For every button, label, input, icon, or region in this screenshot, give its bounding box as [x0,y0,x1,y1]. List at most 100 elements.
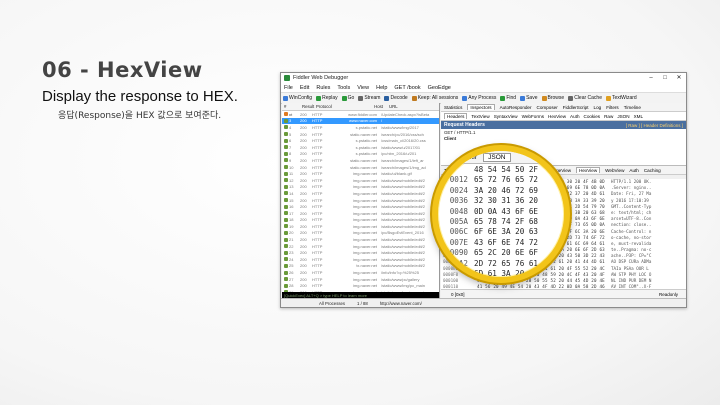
raw-header-links[interactable]: [ Raw ] [ Header Definitions ] [626,123,683,128]
tab[interactable]: Filters [606,105,619,110]
session-count: 1 / 88 [357,300,368,306]
session-row[interactable]: 3 200 HTTP www.naver.com / [282,117,439,125]
session-row[interactable]: 14 200 HTTP img.naver.net/static/www/mobile… [282,190,439,197]
tab[interactable]: Auth [629,168,638,173]
tab[interactable]: Auth [570,114,579,119]
session-row[interactable]: 27 200 HTTP img.naver.net/static/www/pc/gal… [282,276,439,283]
session-row[interactable]: 24 200 HTTP img.naver.net/static/www/mobile… [282,256,439,263]
toolbar-icon [520,95,526,101]
magnifier-bytes: 2D 72 65 76 61 [474,258,539,268]
tab[interactable]: JSON [617,114,629,119]
toolbar-button[interactable]: Go [341,95,354,101]
tab[interactable]: Composer [537,105,558,110]
magnifier-row: 005A 65 78 74 2F 68 [438,217,564,227]
session-result: 200 [300,171,307,177]
session-row[interactable]: 16 200 HTTP img.naver.net/static/www/mobile… [282,203,439,210]
menu-bar: File Edit Rules Tools View Help GET /book GeoEd… [281,83,686,93]
tab[interactable]: SyntaxView [494,114,518,119]
column-header[interactable]: Protocol [314,104,335,109]
session-row[interactable]: 10 200 HTTP static.naver.net/search/images/… [282,164,439,171]
session-type-icon [284,237,288,242]
toolbar-button[interactable]: Save [520,95,538,101]
toolbar-button[interactable]: Any Process [462,95,496,101]
session-row[interactable]: 5 200 HTTP static.naver.net/search/pc/2016/… [282,131,439,138]
tab[interactable]: Raw [604,114,613,119]
magnifier-bytes: 43 6F 6E 74 72 [474,237,539,247]
toolbar-button[interactable]: Clear Cache [568,95,602,101]
column-header[interactable]: # [282,104,300,109]
menu-item[interactable]: Rules [316,85,330,91]
maximize-icon[interactable]: □ [658,73,672,83]
session-type-icon [284,217,288,222]
session-row[interactable]: 8 200 HTTP s.pstatic.net/pc/nbn_2016/u/201 [282,151,439,158]
session-row[interactable]: 12 200 HTTP img.naver.net/static/www/mobile… [282,177,439,184]
session-row[interactable]: ⇄ 200 HTTP www.fiddler.com/UpdateCheck.aspx… [282,111,439,118]
session-row[interactable]: 7 200 HTTP s.pstatic.net/static/www/u/2017/… [282,144,439,151]
tab[interactable]: Log [594,105,602,110]
toolbar-button[interactable]: Replay [316,95,338,101]
session-row[interactable]: 4 200 HTTP s.pstatic.net/static/www/img/201… [282,124,439,131]
column-header[interactable]: Host [335,104,387,109]
toolbar-button[interactable]: Keep: All sessions [411,95,458,101]
menu-item[interactable]: Edit [300,85,309,91]
session-row[interactable]: 13 200 HTTP img.naver.net/static/www/mobile… [282,184,439,191]
session-row[interactable]: 23 200 HTTP img.naver.net/static/www/mobile… [282,249,439,256]
menu-item[interactable]: File [284,85,293,91]
tab[interactable]: Statistics [444,105,462,110]
session-num-label: 16 [289,204,294,210]
menu-item[interactable]: View [357,85,369,91]
toolbar-button[interactable]: WinConfig [283,95,312,101]
session-row[interactable]: 21 200 HTTP img.naver.net/static/www/mobile… [282,236,439,243]
column-header[interactable]: Result [300,104,314,109]
tab[interactable]: HexView [576,167,601,173]
session-row[interactable]: 26 200 HTTP img.naver.net/info/info?q=%25%2… [282,269,439,276]
session-num-label: 4 [289,124,292,130]
session-row[interactable]: 18 200 HTTP img.naver.net/static/www/mobile… [282,217,439,224]
session-row[interactable]: 6 200 HTTP s.pstatic.net/css/main_ci/2016/2… [282,137,439,144]
menu-item[interactable]: Help [376,85,387,91]
tab[interactable]: WebForms [522,114,544,119]
session-result: 200 [300,237,307,243]
session-result: 200 [300,217,307,223]
tab[interactable]: TextView [471,114,489,119]
session-result: 200 [300,124,307,130]
toolbar-button[interactable]: Stream [358,95,380,101]
tab[interactable]: AutoResponder [500,105,532,110]
window-titlebar[interactable]: Fiddler Web Debugger – □ ✕ [281,73,686,83]
magnifier-row: 0036 32 30 31 36 20 [438,196,564,206]
tab[interactable]: XML [634,114,643,119]
toolbar-button[interactable]: TextWizard [605,95,637,101]
request-group-client[interactable]: Client [444,136,683,142]
session-row[interactable]: 22 200 HTTP img.naver.net/static/www/mobile… [282,243,439,250]
menu-item[interactable]: GeoEdge [428,85,451,91]
column-header[interactable]: URL [387,104,439,109]
session-row[interactable]: 17 200 HTTP img.naver.net/static/www/mobile… [282,210,439,217]
toolbar-button[interactable]: Decode [384,95,408,101]
tab[interactable]: WebView [605,168,624,173]
tab[interactable]: Inspectors [467,104,495,110]
session-row[interactable]: 20 200 HTTP img.naver.net/pc/BsgoEvtEvent_2… [282,230,439,237]
session-row[interactable]: 19 200 HTTP img.naver.net/static/www/mobile… [282,223,439,230]
tab[interactable]: Cookies [584,114,601,119]
menu-item[interactable]: GET /book [394,85,420,91]
session-row[interactable]: 11 200 HTTP img.naver.net/static/ui/blank.g… [282,170,439,177]
toolbar-button[interactable]: Find [500,95,516,101]
session-row[interactable]: 9 200 HTTP static.naver.net/search/images/1… [282,157,439,164]
process-filter[interactable]: All Processes [319,301,345,306]
session-type-icon [284,118,288,123]
session-row[interactable]: 15 200 HTTP img.naver.net/static/www/mobile… [282,197,439,204]
close-icon[interactable]: ✕ [672,73,686,83]
session-row[interactable]: 28 200 HTTP img.naver.net/static/www/img/pc… [282,282,439,289]
tab[interactable]: FiddlerScript [563,105,589,110]
session-row[interactable]: 25 200 HTTP tx.naver.net/static/www/mobile/… [282,263,439,270]
tab[interactable]: Headers [444,113,468,119]
menu-item[interactable]: Tools [337,85,350,91]
tab[interactable]: Timeline [624,105,641,110]
session-protocol: HTTP [312,171,323,177]
session-host: img.naver.net [352,184,377,190]
tab[interactable]: Caching [644,168,661,173]
tab[interactable]: HexView [548,114,566,119]
toolbar-button[interactable]: Browse [541,95,564,101]
minimize-icon[interactable]: – [644,73,658,83]
session-url: /search/images/1/img_ad [381,164,426,170]
